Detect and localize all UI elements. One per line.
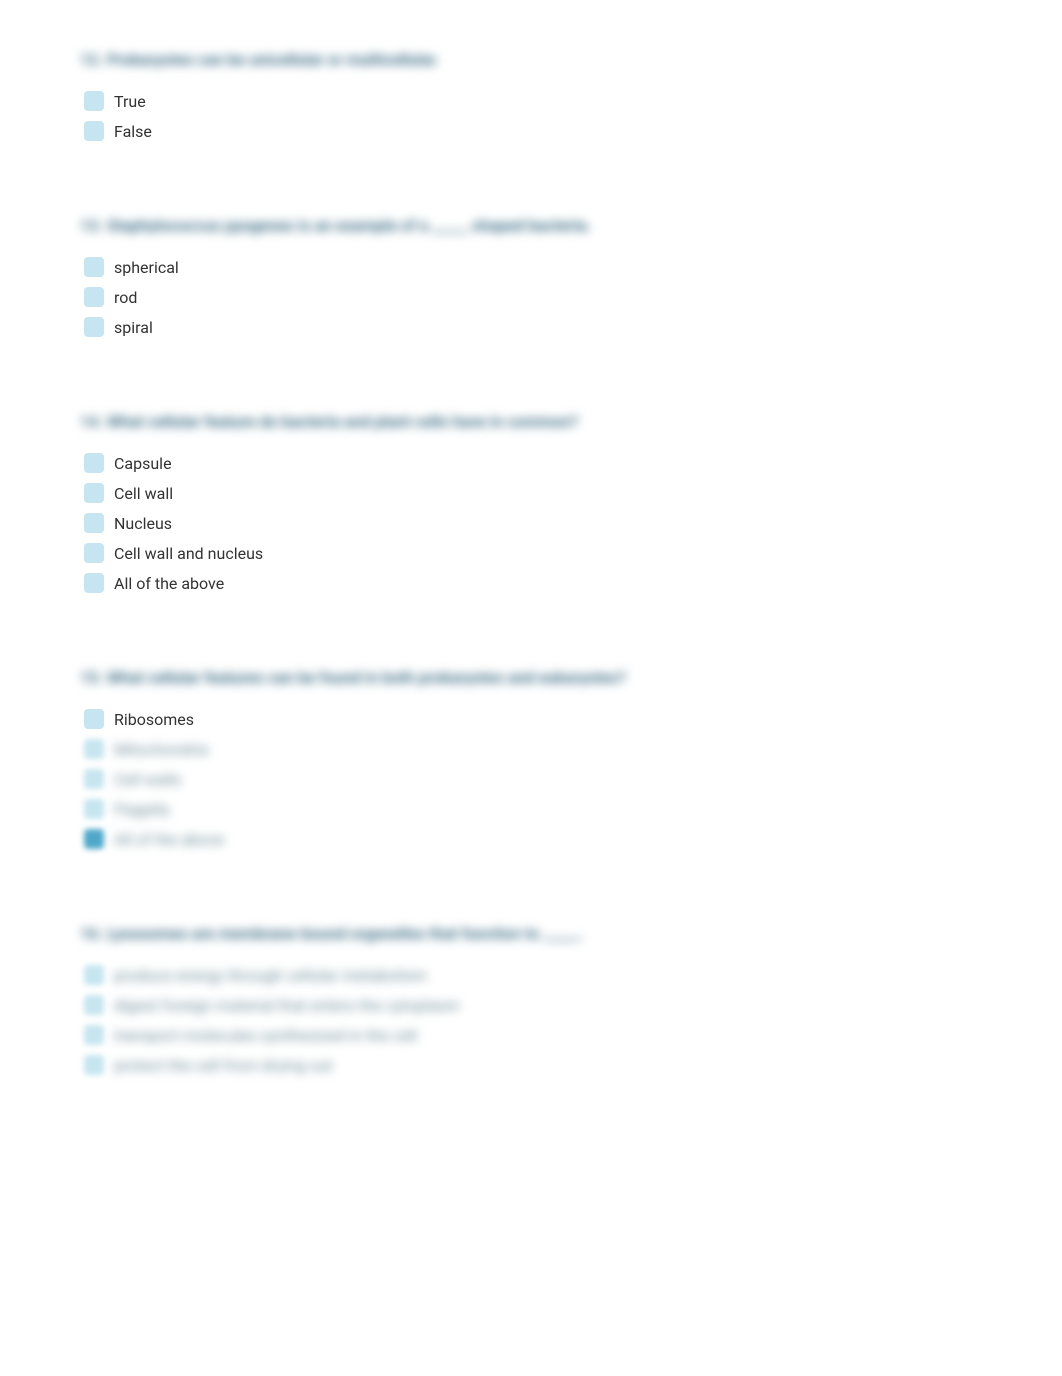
question-block: 15. What cellular features can be found … [80, 668, 982, 849]
option-label: spherical [114, 258, 179, 277]
answer-option[interactable]: False [80, 121, 982, 141]
answer-option[interactable]: Cell wall and nucleus [80, 543, 982, 563]
option-label: False [114, 122, 152, 141]
checkbox-icon[interactable] [84, 799, 104, 819]
checkbox-icon[interactable] [84, 543, 104, 563]
checkbox-icon[interactable] [84, 453, 104, 473]
answer-option[interactable]: Flagella [80, 799, 982, 819]
answer-option[interactable]: protect the cell from drying out [80, 1055, 982, 1075]
option-label: True [114, 92, 146, 111]
checkbox-icon[interactable] [84, 829, 104, 849]
checkbox-icon[interactable] [84, 91, 104, 111]
checkbox-icon[interactable] [84, 709, 104, 729]
checkbox-icon[interactable] [84, 257, 104, 277]
option-label: Mitochondria [114, 740, 208, 759]
option-label: All of the above [114, 830, 224, 849]
option-label: Cell walls [114, 770, 181, 789]
answer-option[interactable]: transport molecules synthesized in the c… [80, 1025, 982, 1045]
question-block: 13. Staphylococcus pyogenes is an exampl… [80, 216, 982, 337]
answer-option[interactable]: spiral [80, 317, 982, 337]
question-text: 16. Lysosomes are membrane-bound organel… [80, 924, 982, 943]
option-label: rod [114, 288, 137, 307]
checkbox-icon[interactable] [84, 513, 104, 533]
question-block: 16. Lysosomes are membrane-bound organel… [80, 924, 982, 1075]
answer-option[interactable]: produce energy through cellular metaboli… [80, 965, 982, 985]
answer-option[interactable]: digest foreign material that enters the … [80, 995, 982, 1015]
answer-option[interactable]: Mitochondria [80, 739, 982, 759]
question-text: 12. Prokaryotes can be unicellular or mu… [80, 50, 982, 69]
option-label: spiral [114, 318, 153, 337]
question-text: 15. What cellular features can be found … [80, 668, 982, 687]
checkbox-icon[interactable] [84, 769, 104, 789]
answer-option[interactable]: Ribosomes [80, 709, 982, 729]
answer-option[interactable]: True [80, 91, 982, 111]
option-label: Ribosomes [114, 710, 194, 729]
answer-option[interactable]: Nucleus [80, 513, 982, 533]
option-label: Flagella [114, 800, 169, 819]
option-label: transport molecules synthesized in the c… [114, 1026, 417, 1045]
option-label: All of the above [114, 574, 224, 593]
checkbox-icon[interactable] [84, 573, 104, 593]
answer-option[interactable]: All of the above [80, 829, 982, 849]
checkbox-icon[interactable] [84, 121, 104, 141]
question-block: 14. What cellular feature do bacteria an… [80, 412, 982, 593]
checkbox-icon[interactable] [84, 965, 104, 985]
option-label: produce energy through cellular metaboli… [114, 966, 427, 985]
answer-option[interactable]: Cell wall [80, 483, 982, 503]
checkbox-icon[interactable] [84, 1055, 104, 1075]
checkbox-icon[interactable] [84, 287, 104, 307]
question-text: 13. Staphylococcus pyogenes is an exampl… [80, 216, 982, 235]
checkbox-icon[interactable] [84, 483, 104, 503]
answer-option[interactable]: Cell walls [80, 769, 982, 789]
answer-option[interactable]: Capsule [80, 453, 982, 473]
checkbox-icon[interactable] [84, 317, 104, 337]
option-label: Cell wall and nucleus [114, 544, 263, 563]
option-label: digest foreign material that enters the … [114, 996, 459, 1015]
option-label: protect the cell from drying out [114, 1056, 333, 1075]
checkbox-icon[interactable] [84, 1025, 104, 1045]
option-label: Nucleus [114, 514, 172, 533]
answer-option[interactable]: spherical [80, 257, 982, 277]
question-text: 14. What cellular feature do bacteria an… [80, 412, 982, 431]
checkbox-icon[interactable] [84, 995, 104, 1015]
answer-option[interactable]: rod [80, 287, 982, 307]
option-label: Cell wall [114, 484, 173, 503]
answer-option[interactable]: All of the above [80, 573, 982, 593]
question-block: 12. Prokaryotes can be unicellular or mu… [80, 50, 982, 141]
checkbox-icon[interactable] [84, 739, 104, 759]
option-label: Capsule [114, 454, 172, 473]
